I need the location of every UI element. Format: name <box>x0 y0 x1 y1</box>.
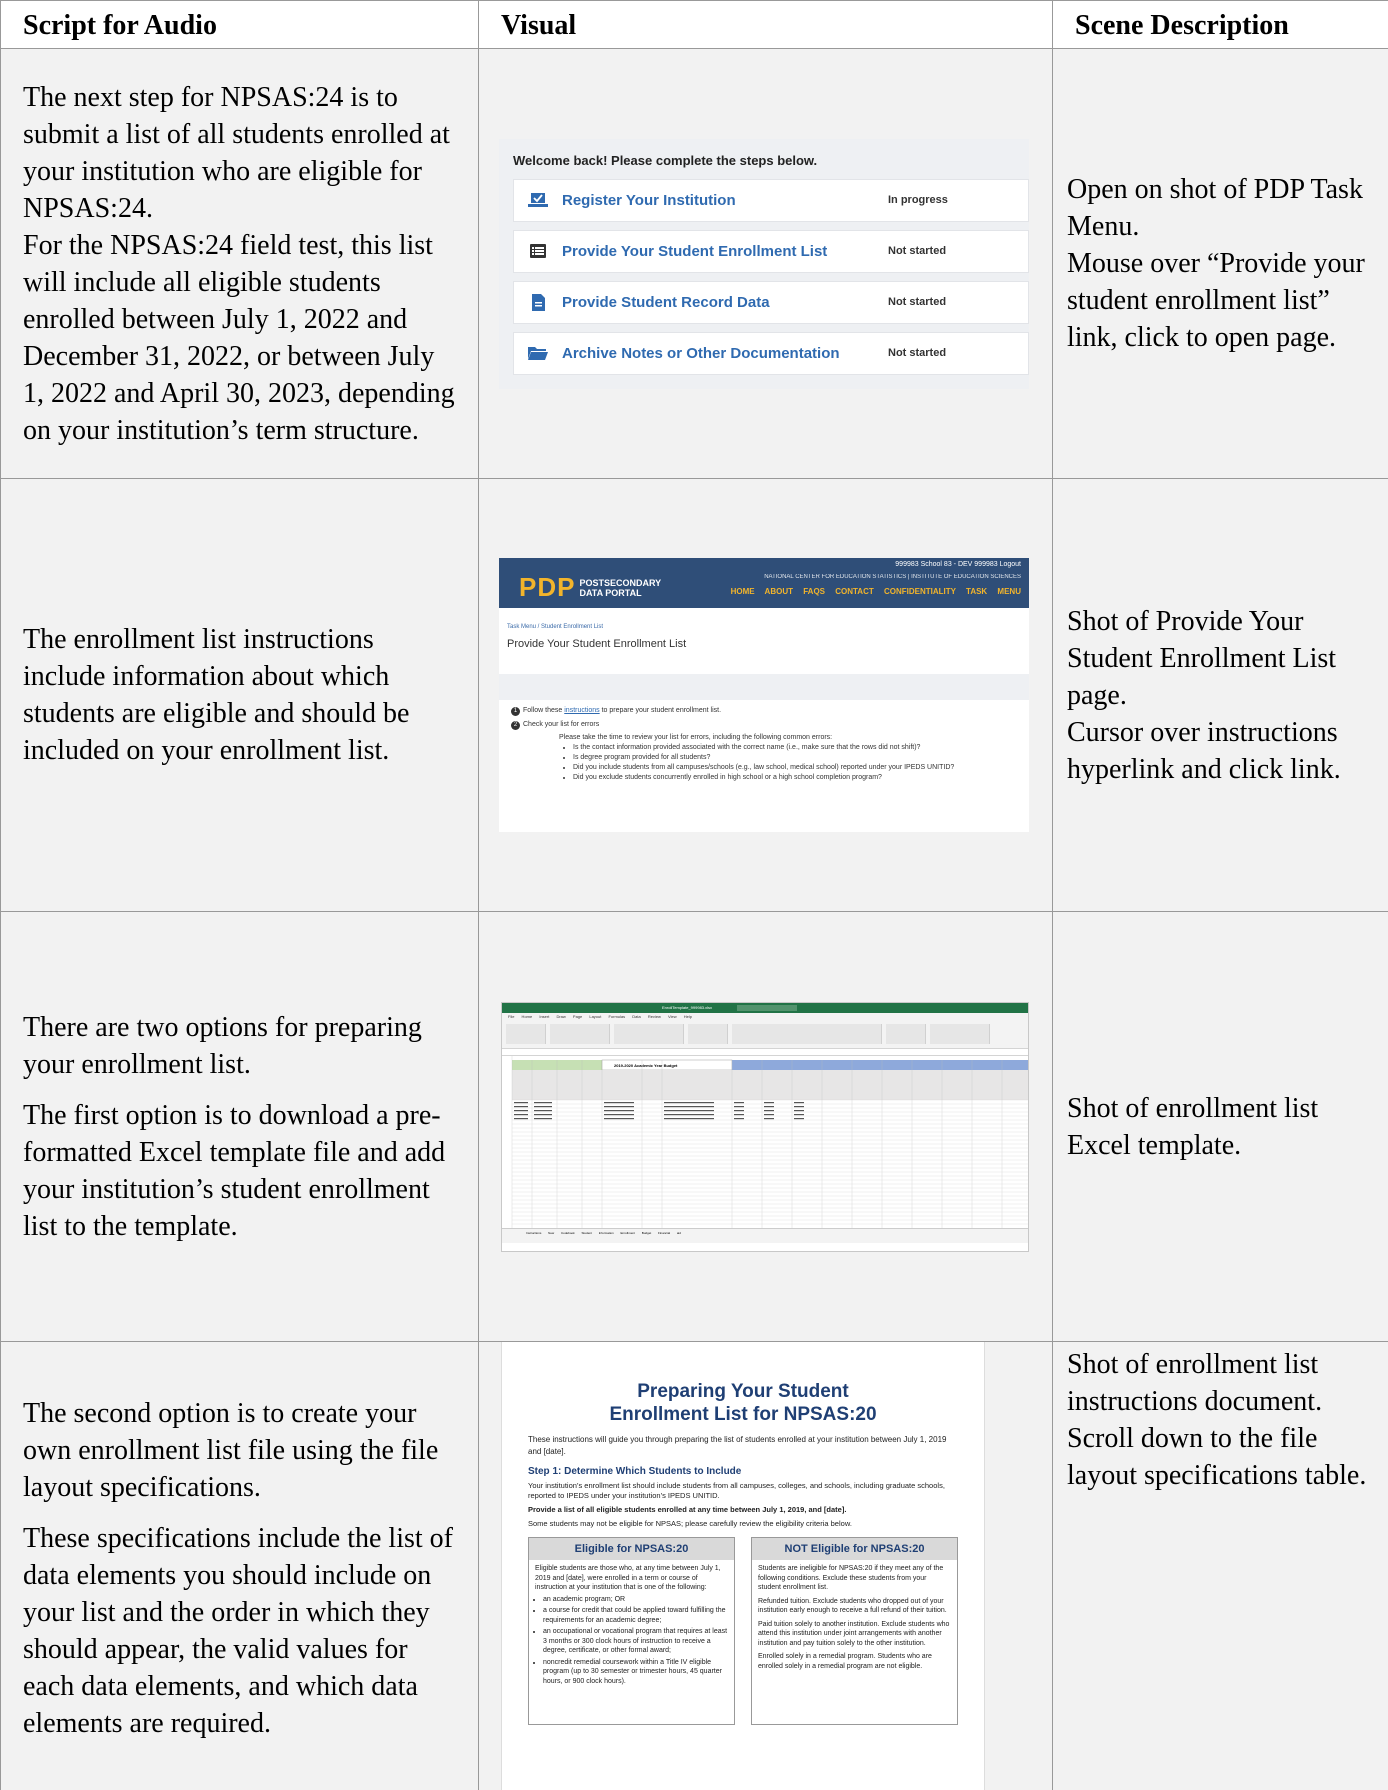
task-label: Provide Your Student Enrollment List <box>562 242 828 260</box>
formula-bar[interactable] <box>502 1048 1028 1056</box>
task-label: Register Your Institution <box>562 191 736 209</box>
scene-text: Shot of Provide Your Student Enrollment … <box>1067 605 1337 711</box>
pdp-logo: PDP POSTSECONDARY DATA PORTAL <box>519 572 662 602</box>
instructions-link[interactable]: instructions <box>564 707 599 714</box>
header-script: Script for Audio <box>0 0 479 49</box>
task-status: Not started <box>888 347 947 359</box>
breadcrumb[interactable]: Task Menu / Student Enrollment List <box>507 624 1029 630</box>
scene-cell-4: Shot of enrollment list instructions doc… <box>1052 1341 1388 1790</box>
task-archive-notes[interactable]: Archive Notes or Other Documentation Not… <box>513 331 1029 375</box>
task-provide-enrollment-list[interactable]: Provide Your Student Enrollment List Not… <box>513 229 1029 273</box>
visual-cell-3: EnrollTemplate_999983.xlsx File Home Ins… <box>478 911 1053 1342</box>
script-text: For the NPSAS:24 field test, this list w… <box>23 229 455 446</box>
excel-ribbon <box>502 1020 1028 1049</box>
document-intro: These instructions will guide you throug… <box>528 1435 947 1456</box>
pdp-nav[interactable]: HOME ABOUT FAQS CONTACT CONFIDENTIALITY … <box>731 587 1021 596</box>
pdp-account: 999983 School 83 - DEV 999983 Logout <box>895 561 1021 568</box>
script-text: There are two options for preparing your… <box>23 1011 422 1080</box>
document-title: Preparing Your Student Enrollment List fo… <box>609 1381 877 1425</box>
visual-cell-2: PDP POSTSECONDARY DATA PORTAL 999983 Scho… <box>478 478 1053 912</box>
not-eligible-box: NOT Eligible for NPSAS:20 Students are i… <box>751 1537 958 1725</box>
storyboard-row-4: The second option is to create your own … <box>0 1341 1388 1790</box>
status-bar <box>502 1235 1028 1243</box>
instructions-document: Preparing Your Student Enrollment List fo… <box>501 1342 985 1790</box>
task-provide-student-records[interactable]: Provide Student Record Data Not started <box>513 280 1029 324</box>
document-icon <box>514 293 562 311</box>
scene-cell-1: Open on shot of PDP Task Menu. Mouse ove… <box>1052 48 1388 479</box>
scene-text: Cursor over instructions hyperlink and c… <box>1067 716 1341 785</box>
storyboard-row-1: The next step for NPSAS:24 is to submit … <box>0 48 1388 479</box>
excel-template-screenshot: EnrollTemplate_999983.xlsx File Home Ins… <box>501 1001 1029 1252</box>
script-cell-2: The enrollment list instructions include… <box>0 478 479 912</box>
script-text: These specifications include the list of… <box>23 1522 453 1739</box>
scene-text: Open on shot of PDP Task Menu. <box>1067 174 1363 242</box>
task-status: Not started <box>888 245 947 257</box>
folder-icon <box>514 346 562 360</box>
task-status: In progress <box>888 194 948 206</box>
task-register-institution[interactable]: Register Your Institution In progress <box>513 178 1029 222</box>
task-menu-welcome: Welcome back! Please complete the steps … <box>513 152 818 168</box>
pdp-header: PDP POSTSECONDARY DATA PORTAL 999983 Scho… <box>499 558 1029 608</box>
excel-grid: 2019-2020 Academic Year Budget <box>502 1055 1028 1228</box>
svg-text:2019-2020 Academic Year Budget: 2019-2020 Academic Year Budget <box>614 1063 678 1068</box>
pdp-nces-line: NATIONAL CENTER FOR EDUCATION STATISTICS… <box>764 574 1021 580</box>
storyboard-row-3: There are two options for preparing your… <box>0 911 1388 1342</box>
scene-text: Shot of enrollment list instructions doc… <box>1067 1349 1367 1491</box>
scene-text: Shot of enrollment list Excel template. <box>1067 1092 1319 1161</box>
visual-cell-1: Welcome back! Please complete the steps … <box>478 48 1053 479</box>
pdp-screenshot: PDP POSTSECONDARY DATA PORTAL 999983 Scho… <box>499 558 1029 832</box>
eligible-box: Eligible for NPSAS:20 Eligible students … <box>528 1537 735 1725</box>
scene-text: Mouse over “Provide your student enrollm… <box>1067 248 1365 353</box>
task-label: Archive Notes or Other Documentation <box>562 344 840 362</box>
header-visual: Visual <box>478 0 1053 49</box>
header-scene: Scene Description <box>1052 0 1388 49</box>
search-box <box>737 1004 797 1011</box>
scene-cell-3: Shot of enrollment list Excel template. <box>1052 911 1388 1342</box>
excel-menu[interactable]: File Home Insert Draw Page Layout Formul… <box>502 1012 1028 1021</box>
excel-filename: EnrollTemplate_999983.xlsx <box>662 1004 713 1010</box>
step1-heading: Step 1: Determine Which Students to Incl… <box>528 1466 742 1477</box>
script-text: The first option is to download a pre-fo… <box>23 1099 446 1242</box>
storyboard-row-2: The enrollment list instructions include… <box>0 478 1388 912</box>
task-status: Not started <box>888 296 947 308</box>
laptop-check-icon <box>514 192 562 208</box>
script-cell-4: The second option is to create your own … <box>0 1341 479 1790</box>
script-text: The next step for NPSAS:24 is to submit … <box>23 81 450 224</box>
sheet-tabs[interactable]: Instructions New Codebook Student Inform… <box>502 1227 1028 1236</box>
scene-cell-2: Shot of Provide Your Student Enrollment … <box>1052 478 1388 912</box>
page-title: Provide Your Student Enrollment List <box>507 638 687 650</box>
task-label: Provide Student Record Data <box>562 293 770 311</box>
not-eligible-title: NOT Eligible for NPSAS:20 <box>752 1538 957 1560</box>
eligible-title: Eligible for NPSAS:20 <box>529 1538 734 1560</box>
visual-cell-4: Preparing Your Student Enrollment List fo… <box>478 1341 1053 1790</box>
list-icon <box>514 244 562 258</box>
script-text: The second option is to create your own … <box>23 1397 439 1503</box>
task-menu-screenshot: Welcome back! Please complete the steps … <box>499 138 1029 389</box>
script-cell-1: The next step for NPSAS:24 is to submit … <box>0 48 479 479</box>
storyboard-table: Script for Audio Visual Scene Descriptio… <box>0 0 1388 1790</box>
script-cell-3: There are two options for preparing your… <box>0 911 479 1342</box>
error-list: Is the contact information provided asso… <box>573 743 1029 783</box>
script-text: The enrollment list instructions include… <box>23 624 410 766</box>
header-row: Script for Audio Visual Scene Descriptio… <box>0 0 1388 49</box>
pdp-instructions: 1 Follow these instructions to prepare yo… <box>499 700 1029 783</box>
